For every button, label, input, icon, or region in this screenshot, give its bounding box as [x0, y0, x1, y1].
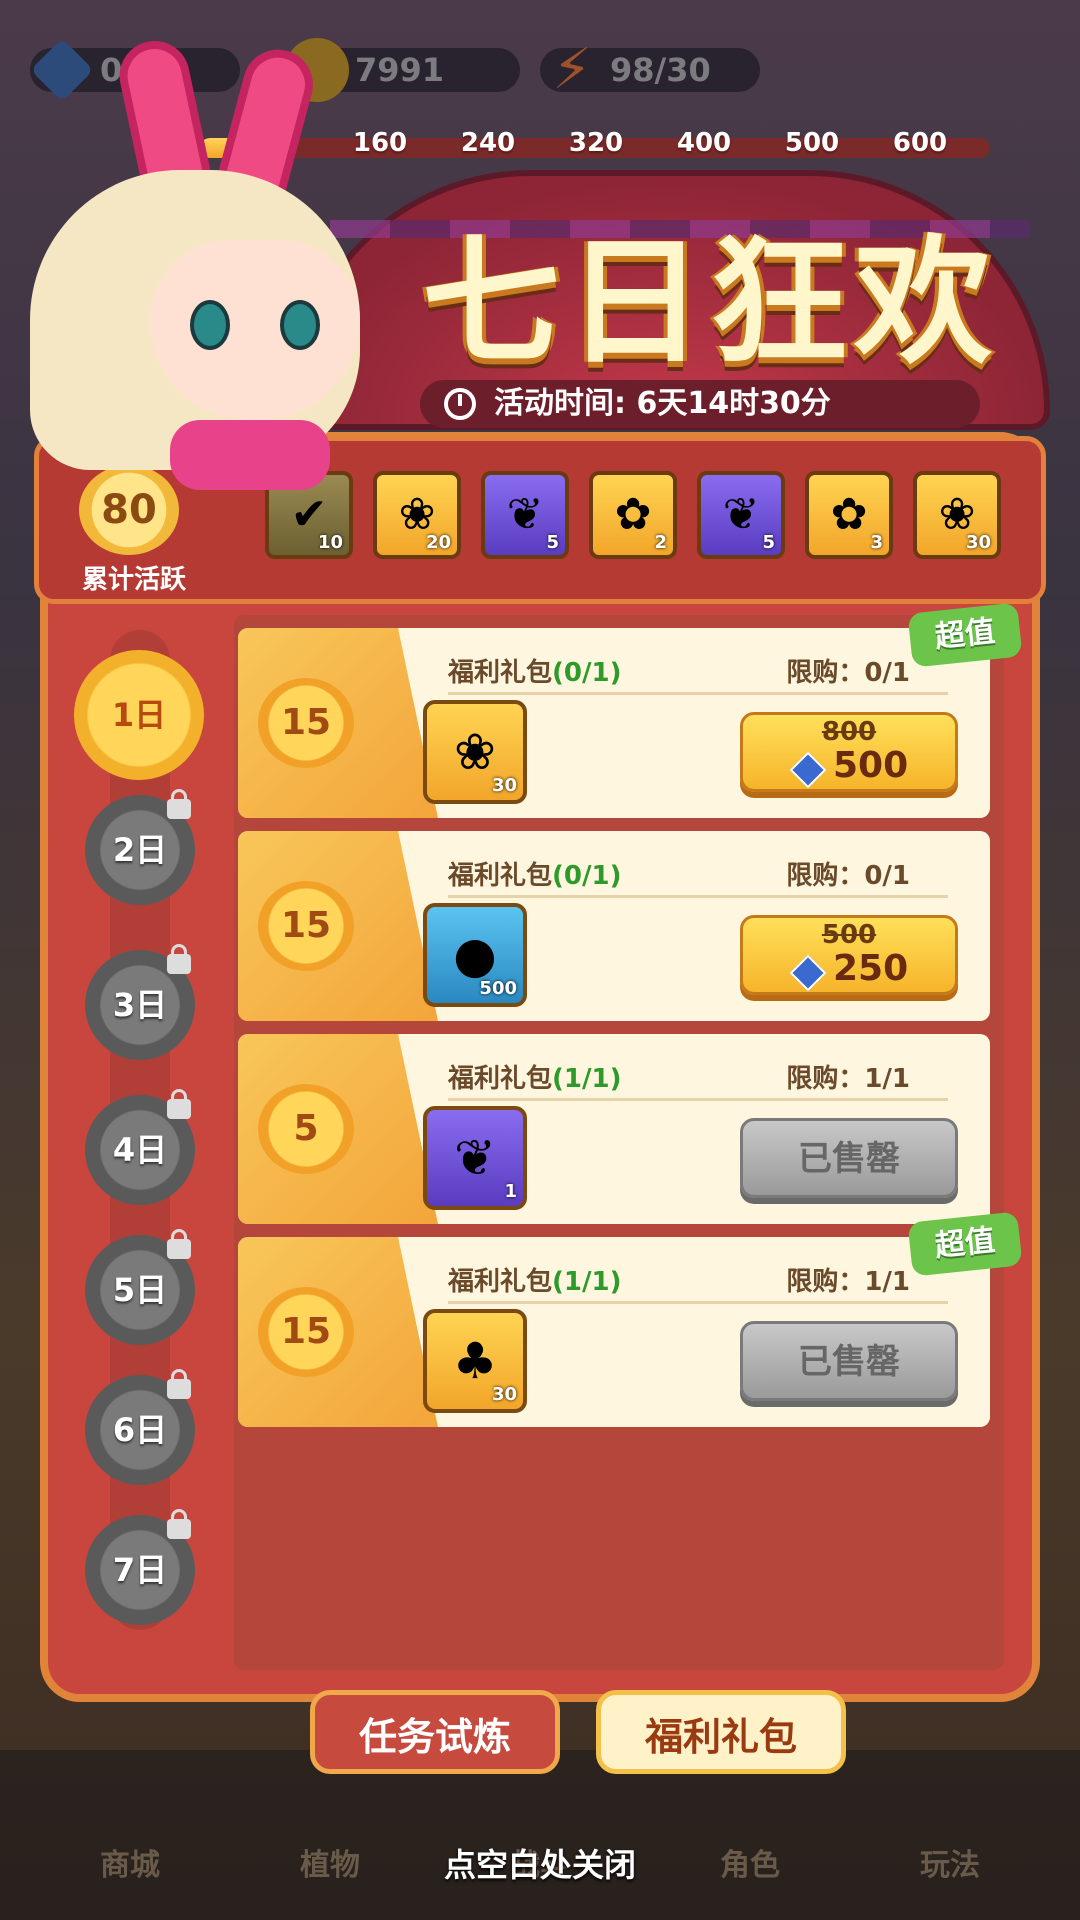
activity-reward-6[interactable]: ✿ 3	[805, 471, 893, 559]
value-badge: 超值	[907, 602, 1023, 668]
tick-label: 240	[460, 128, 516, 158]
buy-button[interactable]: 500 250	[740, 915, 958, 995]
lightning-icon: ⚡	[552, 37, 592, 102]
event-timer: 活动时间: 6天14时30分	[420, 380, 980, 428]
tick-label: 500	[784, 128, 840, 158]
nav-gameplay[interactable]: 玩法	[880, 1840, 1020, 1884]
package-card: 15 福利礼包(1/1) 限购：1/1 ♣ 30 已售罄	[238, 1237, 990, 1427]
package-points-badge: 15	[258, 881, 354, 971]
activity-reward-row: ✔ 10 ❀ 20 ❦ 5 ✿ 2 ❦ 5 ✿ 3 ❀ 30	[265, 471, 1045, 565]
panel-tabs: 任务试炼 福利礼包	[310, 1690, 850, 1780]
package-limit: 限购：0/1	[786, 861, 910, 891]
package-item[interactable]: ♣ 30	[423, 1309, 527, 1413]
tick-label: 320	[568, 128, 624, 158]
package-card: 15 福利礼包(0/1) 限购：0/1 ● 500 500 250	[238, 831, 990, 1021]
package-card: 15 福利礼包(0/1) 限购：0/1 ❀ 30 800 500	[238, 628, 990, 818]
activity-reward-7[interactable]: ❀ 30	[913, 471, 1001, 559]
sale-price: 250	[833, 948, 909, 989]
nav-plants[interactable]: 植物	[260, 1840, 400, 1884]
day-tab-7[interactable]: 7日	[85, 1509, 195, 1625]
day-tab-4[interactable]: 4日	[85, 1089, 195, 1205]
package-limit: 限购：0/1	[786, 658, 910, 688]
gem-icon	[789, 954, 827, 992]
gem-icon	[789, 751, 827, 789]
package-points-badge: 15	[258, 1287, 354, 1377]
value-badge: 超值	[907, 1211, 1023, 1277]
package-name: 福利礼包(1/1)	[448, 1267, 622, 1297]
character-eye	[280, 300, 320, 350]
package-item[interactable]: ● 500	[423, 903, 527, 1007]
package-limit: 限购：1/1	[786, 1267, 910, 1297]
day-tab-5[interactable]: 5日	[85, 1229, 195, 1345]
day-tab-1[interactable]: 1日	[74, 650, 204, 780]
nav-character[interactable]: 角色	[680, 1840, 820, 1884]
divider	[448, 692, 948, 695]
lock-icon	[167, 1509, 191, 1539]
lock-icon	[167, 1229, 191, 1259]
timer-text: 活动时间: 6天14时30分	[494, 386, 831, 421]
package-name: 福利礼包(0/1)	[448, 658, 622, 688]
original-price: 800	[821, 717, 877, 747]
divider	[448, 1098, 948, 1101]
divider	[448, 895, 948, 898]
sale-price: 500	[833, 745, 909, 786]
package-limit: 限购：1/1	[786, 1064, 910, 1094]
activity-reward-4[interactable]: ✿ 2	[589, 471, 677, 559]
package-card: 5 福利礼包(1/1) 限购：1/1 ❦ 1 已售罄	[238, 1034, 990, 1224]
energy-value: 98/30	[610, 51, 711, 89]
lock-icon	[167, 789, 191, 819]
close-hint[interactable]: 点空白处关闭	[380, 1840, 700, 1886]
divider	[448, 1301, 948, 1304]
activity-label: 累计活跃	[81, 565, 186, 595]
character-eye	[190, 300, 230, 350]
tab-gifts[interactable]: 福利礼包	[596, 1690, 846, 1774]
nav-shop[interactable]: 商城	[60, 1840, 200, 1884]
package-name: 福利礼包(0/1)	[448, 861, 622, 891]
original-price: 500	[821, 920, 877, 950]
tick-label: 400	[676, 128, 732, 158]
activity-reward-5[interactable]: ❦ 5	[697, 471, 785, 559]
day-tab-2[interactable]: 2日	[85, 789, 195, 905]
mascot-character	[0, 34, 380, 500]
lock-icon	[167, 1369, 191, 1399]
package-item[interactable]: ❀ 30	[423, 700, 527, 804]
tick-label: 600	[892, 128, 948, 158]
lock-icon	[167, 1089, 191, 1119]
package-name: 福利礼包(1/1)	[448, 1064, 622, 1094]
sold-out-button: 已售罄	[740, 1321, 958, 1401]
clock-icon	[444, 388, 476, 420]
lock-icon	[167, 944, 191, 974]
character-outfit	[170, 420, 330, 490]
package-points-badge: 5	[258, 1084, 354, 1174]
day-tab-6[interactable]: 6日	[85, 1369, 195, 1485]
sold-out-button: 已售罄	[740, 1118, 958, 1198]
package-item[interactable]: ❦ 1	[423, 1106, 527, 1210]
tab-tasks[interactable]: 任务试炼	[310, 1690, 560, 1774]
activity-reward-3[interactable]: ❦ 5	[481, 471, 569, 559]
event-title: 七日狂欢	[421, 222, 998, 383]
day-tab-3[interactable]: 3日	[85, 944, 195, 1060]
energy-counter[interactable]: ⚡ 98/30	[540, 38, 760, 102]
activity-reward-2[interactable]: ❀ 20	[373, 471, 461, 559]
buy-button[interactable]: 800 500	[740, 712, 958, 792]
package-points-badge: 15	[258, 678, 354, 768]
